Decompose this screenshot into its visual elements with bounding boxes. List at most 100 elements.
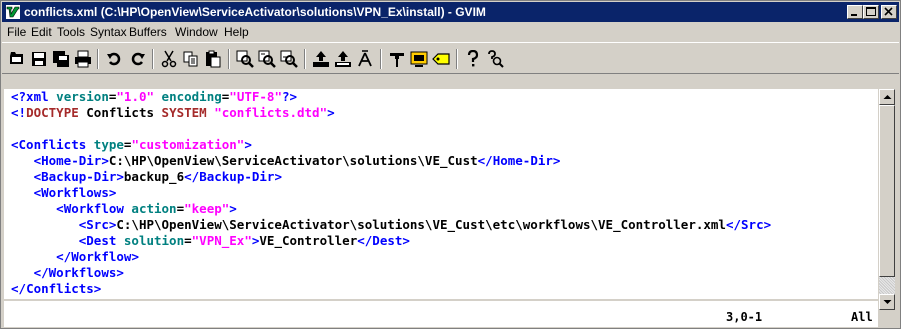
code-line: </Workflow> xyxy=(11,249,139,264)
toolbar-separator xyxy=(380,49,382,69)
attr-name: type xyxy=(86,137,124,152)
code-line: <Backup-Dir>backup_6</Backup-Dir> xyxy=(11,169,282,184)
save-button[interactable] xyxy=(28,49,50,69)
scroll-down-button[interactable] xyxy=(879,294,895,310)
help-button[interactable] xyxy=(462,49,484,69)
find-help-button[interactable] xyxy=(484,49,506,69)
attr-value: "customization" xyxy=(131,137,245,152)
tag-bracket: > xyxy=(274,169,282,184)
code-line: <Dest solution="VPN_Ex">VE_Controller</D… xyxy=(11,233,410,248)
redo-button[interactable] xyxy=(126,49,148,69)
toolbar-separator xyxy=(152,49,154,69)
tag-name: Workflow xyxy=(63,201,124,216)
menu-edit[interactable]: Edit xyxy=(31,25,52,39)
tag-name: Src xyxy=(86,217,109,232)
attr-name: action xyxy=(123,201,177,216)
cursor-position: 3,0-1 xyxy=(726,310,763,324)
toolbar-separator xyxy=(97,49,99,69)
tag-name: Workflows xyxy=(41,185,109,200)
open-button[interactable] xyxy=(6,49,28,69)
attr-name: encoding xyxy=(154,89,222,104)
code-line: <Src>C:\HP\OpenView\ServiceActivator\sol… xyxy=(11,217,771,232)
menu-help[interactable]: Help xyxy=(224,25,249,39)
tag-name: Home-Dir xyxy=(41,153,102,168)
tag-bracket: < xyxy=(33,185,42,200)
make-button[interactable] xyxy=(386,49,408,69)
scroll-thumb[interactable] xyxy=(879,105,895,277)
save-all-button[interactable] xyxy=(50,49,72,69)
tag-name: Src xyxy=(741,217,764,232)
minimize-button[interactable] xyxy=(847,5,863,19)
cut-icon xyxy=(161,50,177,68)
tag-bracket: </ xyxy=(56,249,72,264)
find-replace-button[interactable] xyxy=(234,49,256,69)
tag-name: Conflicts xyxy=(18,137,87,152)
doctype-keyword: DOCTYPE xyxy=(26,105,79,120)
tag-bracket: > xyxy=(131,249,139,264)
toolbar xyxy=(2,42,899,74)
code-line: <Workflows> xyxy=(11,185,117,200)
maximize-button[interactable] xyxy=(863,5,879,19)
attr-value: "keep" xyxy=(184,201,230,216)
open-icon xyxy=(10,52,23,64)
tag-bracket: > xyxy=(552,153,561,168)
tag-name: Dest xyxy=(86,233,117,248)
vertical-scrollbar[interactable] xyxy=(879,89,895,310)
run-ctags-button[interactable] xyxy=(430,49,452,69)
toolbar-separator xyxy=(456,49,458,69)
undo-button[interactable] xyxy=(104,49,126,69)
tag-name: Backup-Dir xyxy=(41,169,117,184)
save-icon xyxy=(32,52,46,66)
doctype-close: > xyxy=(327,105,335,120)
load-session-icon xyxy=(313,51,329,67)
run-script-icon xyxy=(358,50,372,67)
cut-button[interactable] xyxy=(158,49,180,69)
text-editor[interactable]: <?xml version="1.0" encoding="UTF-8"?> <… xyxy=(4,89,878,299)
element-text: backup_6 xyxy=(123,169,185,184)
tag-bracket: < xyxy=(56,201,64,216)
minimize-icon xyxy=(851,14,857,16)
find-prev-button[interactable] xyxy=(278,49,300,69)
shell-button[interactable] xyxy=(408,49,430,69)
tag-bracket: > xyxy=(101,153,109,168)
menu-buffers[interactable]: Buffers xyxy=(129,25,167,39)
tag-bracket: > xyxy=(763,217,772,232)
gvim-window: conflicts.xml (C:\HP\OpenView\ServiceAct… xyxy=(0,0,901,329)
tag-name: Home-Dir xyxy=(492,153,553,168)
copy-icon xyxy=(183,51,198,67)
shell-icon xyxy=(410,51,428,67)
code-line: <?xml version="1.0" encoding="UTF-8"?> xyxy=(11,89,297,104)
tag-name: Conflicts xyxy=(26,281,94,296)
run-script-button[interactable] xyxy=(354,49,376,69)
paste-button[interactable] xyxy=(202,49,224,69)
doctype-open: <! xyxy=(11,105,27,120)
arrow-down-icon xyxy=(883,300,892,304)
copy-button[interactable] xyxy=(180,49,202,69)
title-bar[interactable]: conflicts.xml (C:\HP\OpenView\ServiceAct… xyxy=(2,2,899,22)
find-replace-icon xyxy=(236,50,254,68)
toolbar-separator xyxy=(228,49,230,69)
scroll-up-button[interactable] xyxy=(879,89,895,105)
tag-bracket: </ xyxy=(33,265,49,280)
load-session-button[interactable] xyxy=(310,49,332,69)
menu-window[interactable]: Window xyxy=(175,25,218,39)
attr-name: solution xyxy=(116,233,185,248)
close-button[interactable] xyxy=(881,5,897,19)
menu-file[interactable]: File xyxy=(7,25,26,39)
find-next-button[interactable] xyxy=(256,49,278,69)
tag-bracket: > xyxy=(402,233,410,248)
save-session-button[interactable] xyxy=(332,49,354,69)
print-button[interactable] xyxy=(72,49,94,69)
maximize-icon xyxy=(866,7,876,16)
find-help-icon xyxy=(488,50,504,68)
attr-name: version xyxy=(48,89,109,104)
paste-icon xyxy=(206,50,221,68)
tag-bracket: > xyxy=(108,185,117,200)
close-icon xyxy=(884,7,893,16)
tag-bracket: </ xyxy=(725,217,742,232)
doctype-dtd: "conflicts.dtd" xyxy=(206,105,328,120)
element-text: C:\HP\OpenView\ServiceActivator\solution… xyxy=(108,153,478,168)
menu-syntax[interactable]: Syntax xyxy=(90,25,127,39)
system-keyword: SYSTEM xyxy=(161,105,207,120)
menu-tools[interactable]: Tools xyxy=(57,25,85,39)
